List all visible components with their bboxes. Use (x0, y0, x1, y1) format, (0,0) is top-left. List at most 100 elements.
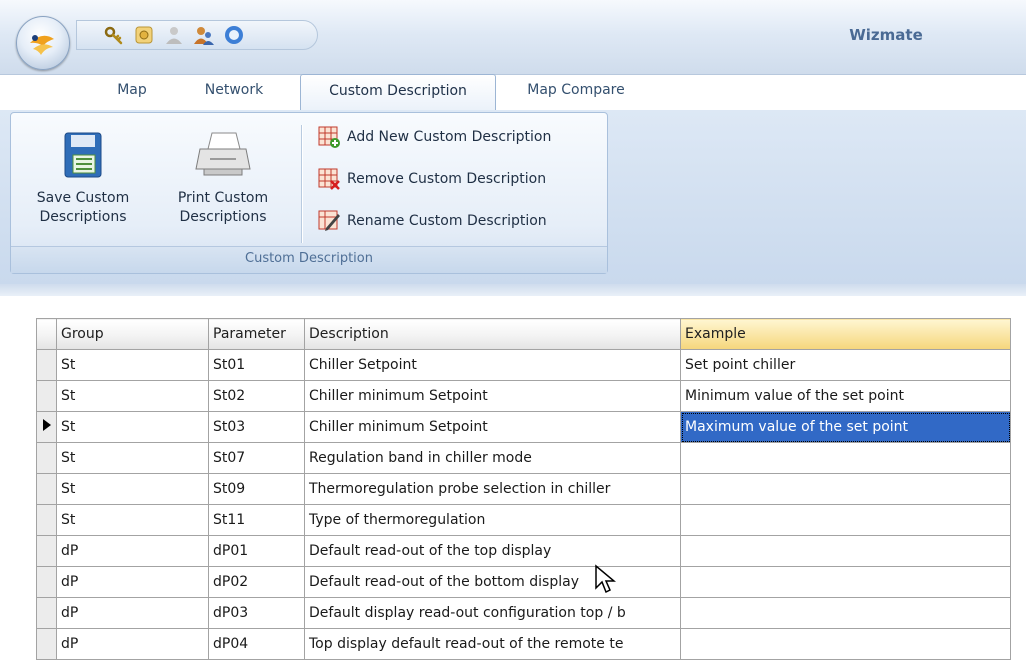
app-title: Wizmate (849, 26, 923, 44)
add-new-custom-description-button[interactable]: Add New Custom Description (317, 123, 551, 151)
row-indicator[interactable] (36, 535, 57, 567)
cell-parameter[interactable]: dP01 (208, 535, 305, 567)
table-row-selected[interactable]: St St03 Chiller minimum Setpoint Maximum… (36, 411, 1011, 443)
cell-example-selected[interactable]: Maximum value of the set point (680, 411, 1011, 443)
quick-access-toolbar (76, 20, 318, 50)
table-row[interactable]: St St11 Type of thermoregulation (36, 504, 1011, 536)
printer-icon (195, 132, 251, 176)
row-indicator[interactable] (36, 566, 57, 598)
cell-example[interactable] (680, 504, 1011, 536)
cell-group[interactable]: dP (56, 535, 209, 567)
column-header-group[interactable]: Group (56, 318, 209, 350)
cell-example[interactable] (680, 597, 1011, 629)
row-indicator[interactable] (36, 349, 57, 381)
cell-group[interactable]: St (56, 349, 209, 381)
print-button-label-line2: Descriptions (179, 209, 267, 225)
cell-example[interactable] (680, 628, 1011, 660)
column-header-example[interactable]: Example (680, 318, 1011, 350)
column-header-parameter[interactable]: Parameter (208, 318, 305, 350)
print-custom-descriptions-button[interactable]: Print Custom Descriptions (161, 129, 285, 227)
save-icon (64, 132, 102, 178)
cell-description[interactable]: Thermoregulation probe selection in chil… (304, 473, 681, 505)
cell-group[interactable]: St (56, 411, 209, 443)
table-row[interactable]: dP dP01 Default read-out of the top disp… (36, 535, 1011, 567)
cell-group[interactable]: St (56, 442, 209, 474)
key-icon[interactable] (103, 24, 125, 46)
cell-parameter[interactable]: dP02 (208, 566, 305, 598)
cell-description[interactable]: Type of thermoregulation (304, 504, 681, 536)
ribbon-tabs: Map Network Custom Description Map Compa… (0, 74, 1026, 112)
cell-description[interactable]: Chiller minimum Setpoint (304, 411, 681, 443)
row-indicator[interactable] (36, 473, 57, 505)
row-indicator[interactable] (36, 628, 57, 660)
tab-custom-description[interactable]: Custom Description (300, 74, 496, 112)
cell-group[interactable]: St (56, 504, 209, 536)
cell-description[interactable]: Regulation band in chiller mode (304, 442, 681, 474)
row-indicator[interactable] (36, 380, 57, 412)
cell-parameter[interactable]: St07 (208, 442, 305, 474)
column-header-description[interactable]: Description (304, 318, 681, 350)
cell-parameter[interactable]: St09 (208, 473, 305, 505)
description-grid: Group Parameter Description Example St S… (36, 318, 1026, 663)
mouse-pointer-icon (595, 564, 616, 594)
cell-group[interactable]: St (56, 380, 209, 412)
cell-description[interactable]: Chiller Setpoint (304, 349, 681, 381)
cell-group[interactable]: dP (56, 597, 209, 629)
user-icon[interactable] (163, 24, 185, 46)
title-bar: Wizmate (0, 0, 1026, 75)
content-header-band (0, 284, 1026, 296)
save-custom-descriptions-button[interactable]: Save Custom Descriptions (21, 129, 145, 227)
cell-parameter[interactable]: dP04 (208, 628, 305, 660)
app-logo-icon (30, 35, 54, 55)
application-menu-button[interactable] (16, 16, 70, 70)
row-indicator[interactable] (36, 597, 57, 629)
row-indicator-header (36, 318, 57, 350)
table-row[interactable]: dP dP02 Default read-out of the bottom d… (36, 566, 1011, 598)
table-row[interactable]: dP dP03 Default display read-out configu… (36, 597, 1011, 629)
custom-description-group: Save Custom Descriptions Print Custom De… (10, 112, 608, 274)
cell-example[interactable] (680, 566, 1011, 598)
remove-custom-description-button[interactable]: Remove Custom Description (317, 165, 546, 193)
rename-icon (318, 210, 340, 231)
row-indicator[interactable] (36, 504, 57, 536)
rename-custom-description-label: Rename Custom Description (347, 213, 547, 229)
cell-parameter[interactable]: dP03 (208, 597, 305, 629)
cell-description[interactable]: Top display default read-out of the remo… (304, 628, 681, 660)
tab-map[interactable]: Map (104, 74, 160, 110)
table-row[interactable]: St St09 Thermoregulation probe selection… (36, 473, 1011, 505)
cell-group[interactable]: St (56, 473, 209, 505)
cell-group[interactable]: dP (56, 628, 209, 660)
table-row[interactable]: St St02 Chiller minimum Setpoint Minimum… (36, 380, 1011, 412)
rename-custom-description-button[interactable]: Rename Custom Description (317, 207, 547, 235)
cell-example[interactable] (680, 442, 1011, 474)
settings-icon[interactable] (133, 24, 155, 46)
cell-parameter[interactable]: St02 (208, 380, 305, 412)
cell-description[interactable]: Default display read-out configuration t… (304, 597, 681, 629)
cell-parameter[interactable]: St03 (208, 411, 305, 443)
cell-parameter[interactable]: St01 (208, 349, 305, 381)
circle-button-icon[interactable] (223, 24, 245, 46)
cell-example[interactable]: Set point chiller (680, 349, 1011, 381)
row-indicator[interactable] (36, 411, 57, 443)
cell-description[interactable]: Default read-out of the top display (304, 535, 681, 567)
save-button-label-line1: Save Custom (36, 190, 130, 206)
cell-example[interactable] (680, 535, 1011, 567)
row-indicator[interactable] (36, 442, 57, 474)
description-table: Group Parameter Description Example St S… (36, 318, 1011, 660)
cell-description[interactable]: Default read-out of the bottom display (304, 566, 681, 598)
tab-network[interactable]: Network (190, 74, 278, 110)
table-row[interactable]: St St07 Regulation band in chiller mode (36, 442, 1011, 474)
cell-group[interactable]: dP (56, 566, 209, 598)
save-button-label-line2: Descriptions (39, 209, 127, 225)
users-icon[interactable] (193, 24, 215, 46)
table-row[interactable]: dP dP04 Top display default read-out of … (36, 628, 1011, 660)
cell-example[interactable] (680, 473, 1011, 505)
cell-parameter[interactable]: St11 (208, 504, 305, 536)
tab-map-compare[interactable]: Map Compare (514, 74, 638, 110)
cell-description[interactable]: Chiller minimum Setpoint (304, 380, 681, 412)
cell-example[interactable]: Minimum value of the set point (680, 380, 1011, 412)
ribbon: Save Custom Descriptions Print Custom De… (0, 110, 1026, 285)
remove-table-icon (318, 168, 340, 190)
table-row[interactable]: St St01 Chiller Setpoint Set point chill… (36, 349, 1011, 381)
add-table-icon (318, 126, 340, 148)
